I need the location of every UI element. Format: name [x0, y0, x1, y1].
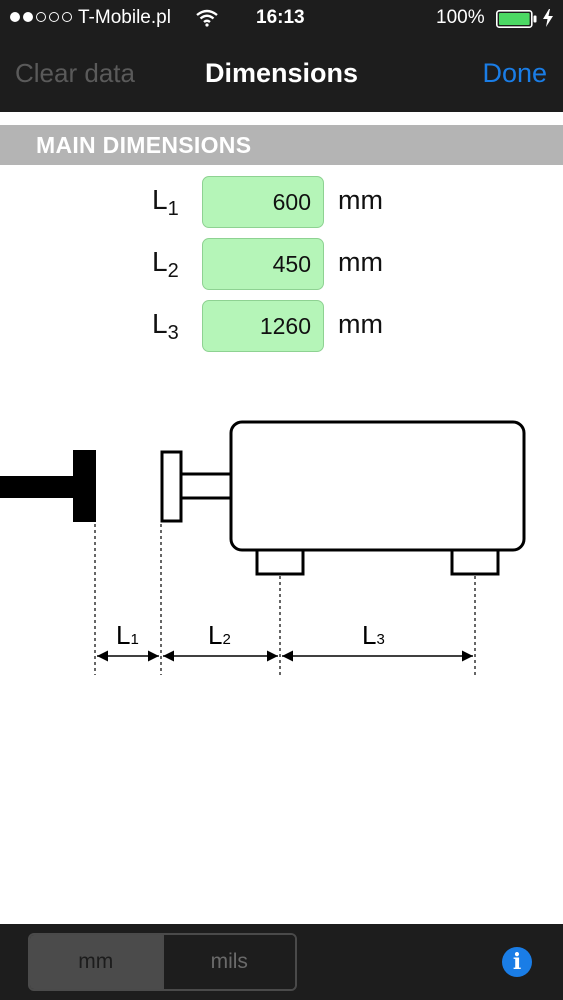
page-title: Dimensions — [204, 58, 359, 88]
motor-coupling-flange — [160, 450, 183, 523]
clock-time: 16:13 — [256, 7, 305, 28]
wifi-icon — [196, 9, 218, 33]
dimension-label-l2: L2 — [152, 246, 179, 282]
dimension-unit-l3: mm — [338, 309, 383, 339]
status-bar: T-Mobile.pl 16:13 100% — [0, 0, 563, 36]
carrier-name: T-Mobile.pl — [78, 7, 171, 28]
unit-option-mils[interactable]: mils — [161, 935, 295, 989]
unit-segmented-control: mm mils — [28, 933, 297, 991]
dimension-label-l1: L1 — [152, 184, 179, 220]
dimension-row-l1: L1 mm — [0, 176, 563, 230]
bottom-toolbar: mm mils — [0, 924, 563, 1000]
navigation-bar: Clear data Dimensions Done — [0, 36, 563, 112]
diagram-label-l3: L3 — [362, 620, 385, 650]
diagram-label-l1: L1 — [116, 620, 139, 650]
motor-front-foot — [255, 548, 305, 576]
dimension-input-l2[interactable] — [202, 238, 324, 290]
section-header: MAIN DIMENSIONS — [0, 125, 563, 165]
battery-icon — [496, 10, 538, 34]
dimension-unit-l1: mm — [338, 185, 383, 215]
info-icon[interactable]: i — [502, 947, 532, 977]
nav-separator — [0, 112, 563, 125]
signal-strength-icon — [10, 12, 72, 22]
driver-shaft — [0, 476, 74, 498]
dimension-input-l3[interactable] — [202, 300, 324, 352]
driver-coupling — [73, 450, 96, 522]
charging-bolt-icon — [542, 9, 554, 33]
section-title: MAIN DIMENSIONS — [36, 132, 252, 158]
diagram-label-l2: L2 — [208, 620, 231, 650]
done-button[interactable]: Done — [482, 58, 547, 89]
dimension-row-l2: L2 mm — [0, 238, 563, 292]
dimension-input-l1[interactable] — [202, 176, 324, 228]
motor-rear-foot — [450, 548, 500, 576]
dimension-unit-l2: mm — [338, 247, 383, 277]
battery-percentage: 100% — [436, 7, 485, 28]
motor-body — [229, 420, 526, 552]
dimension-row-l3: L3 mm — [0, 300, 563, 354]
unit-option-mm[interactable]: mm — [30, 935, 162, 989]
machine-dimension-diagram: L1 L2 L3 — [0, 420, 526, 675]
motor-shaft — [179, 472, 234, 500]
dimension-label-l3: L3 — [152, 308, 179, 344]
